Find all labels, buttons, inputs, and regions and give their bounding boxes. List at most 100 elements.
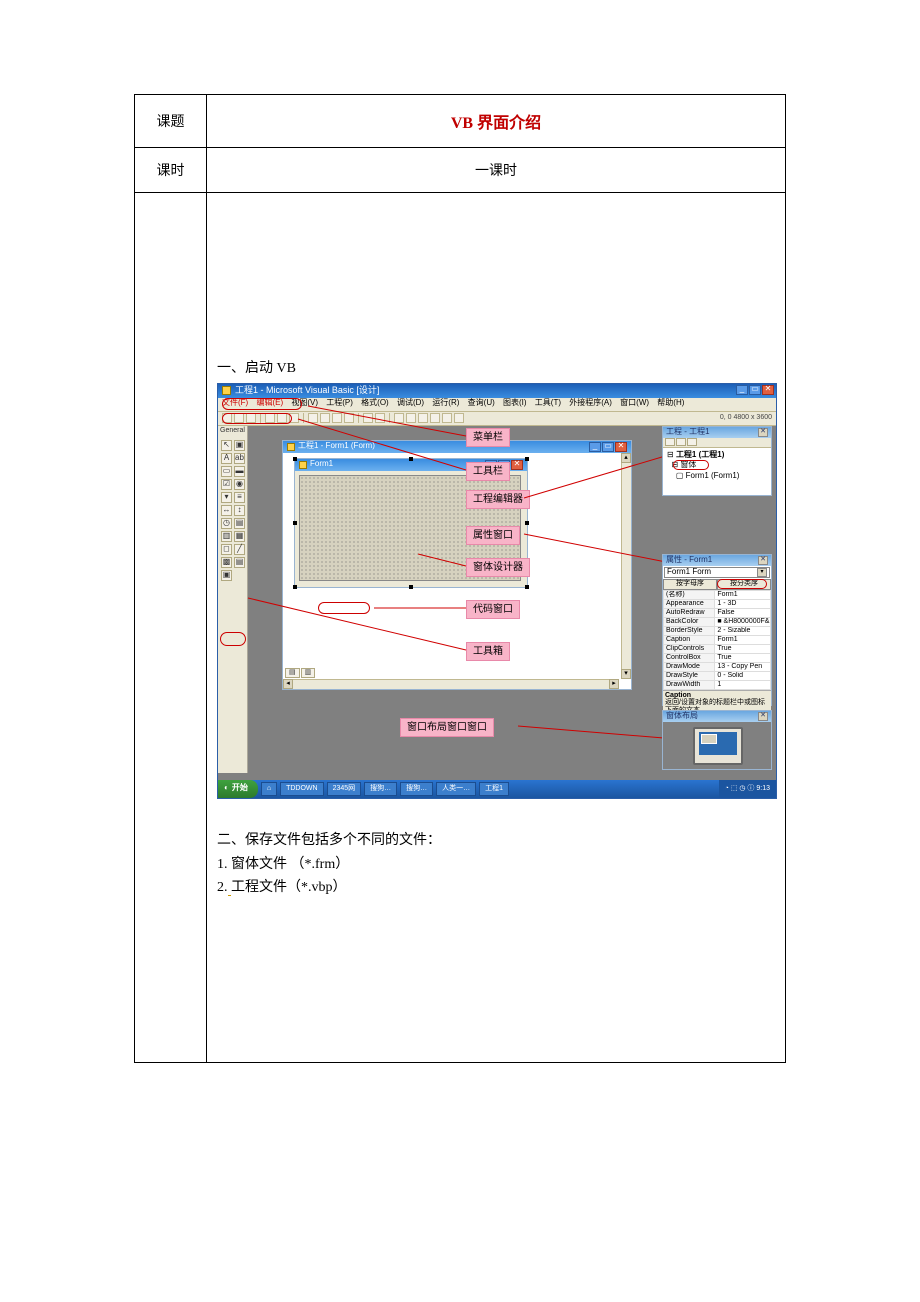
layout-monitor [693,727,743,765]
line-tool[interactable]: ╱ [234,544,245,555]
proj-root[interactable]: 工程1 (工程1) [676,450,724,459]
mdi-close[interactable]: ✕ [615,442,627,452]
form-icon [287,443,295,451]
menu-addins[interactable]: 外接程序(A) [569,398,612,407]
project-explorer[interactable]: 工程 - 工程1 ✕ ⊟ 工程1 (工程1) ⊟ 窗体 ▢ Form1 (For… [662,426,772,496]
pointer-tool[interactable]: ↖ [221,440,232,451]
checkbox-tool[interactable]: ☑ [221,479,232,490]
dir-tool[interactable]: ▥ [221,531,232,542]
menu-chart[interactable]: 图表(I) [503,398,527,407]
close-button[interactable]: ✕ [762,385,774,395]
tool-btn[interactable] [430,413,440,423]
taskbar-item[interactable]: ⌂ [261,782,277,796]
file-line-2: 2. 工程文件（*.vbp） [217,876,777,900]
tool-btn[interactable] [406,413,416,423]
menu-format[interactable]: 格式(O) [361,398,389,407]
content-cell: 一、启动 VB 工程1 - Microsoft Visual Basic [设计… [207,193,786,1063]
tool-btn[interactable] [442,413,452,423]
start-button[interactable]: ◐开始 [218,780,258,798]
props-combo[interactable]: Form1 Form ▾ [664,567,770,578]
label-tool[interactable]: A [221,453,232,464]
mdi-min[interactable]: _ [589,442,601,452]
min-button[interactable]: _ [736,385,748,395]
proj-close[interactable]: ✕ [758,428,768,437]
mdi-max[interactable]: ▭ [602,442,614,452]
menu-debug[interactable]: 调试(D) [397,398,424,407]
ole-tool[interactable]: ▣ [221,570,232,581]
picturebox-tool[interactable]: ▣ [234,440,245,451]
window-buttons: _ ▭ ✕ [736,385,774,395]
tool-btn[interactable] [454,413,464,423]
button-tool[interactable]: ▬ [234,466,245,477]
tool-btn[interactable] [394,413,404,423]
taskbar-item[interactable]: 人类一… [436,782,476,796]
taskbar-item[interactable]: 2345网 [327,782,362,796]
drive-tool[interactable]: ▤ [234,518,245,529]
tool-btn[interactable] [344,413,354,423]
max-button[interactable]: ▭ [749,385,761,395]
tool-btn[interactable] [332,413,342,423]
menu-query[interactable]: 查询(U) [468,398,495,407]
menu-run[interactable]: 运行(R) [432,398,459,407]
dropdown-icon[interactable]: ▾ [757,568,767,577]
layout-close[interactable]: ✕ [758,712,768,721]
data-tool[interactable]: ▤ [234,557,245,568]
shape-tool[interactable]: ◻ [221,544,232,555]
label-designer: 窗体设计器 [466,558,530,577]
mdi-scroll-h[interactable]: ◂ ▸ [283,679,619,689]
mdi-scroll-v[interactable]: ▴ ▾ [621,453,631,679]
xp-taskbar[interactable]: ◐开始 ⌂ TDDOWN 2345网 搜狗… 搜狗… 人类一… 工程1 ◔ ⬚ … [218,780,776,798]
image-tool[interactable]: ▩ [221,557,232,568]
toolbox-header: General [218,426,247,437]
mdi-titlebar: 工程1 - Form1 (Form) _ ▭ ✕ [283,441,631,453]
file-tool[interactable]: ▦ [234,531,245,542]
vb-titlebar: 工程1 - Microsoft Visual Basic [设计] [218,384,776,398]
frame-tool[interactable]: ▭ [221,466,232,477]
vb-toolbox[interactable]: General ↖ ▣ A ab ▭ ▬ ☑ ◉ ▾ ≡ ↔ ↕ [218,426,248,773]
taskbar-item[interactable]: TDDOWN [280,782,324,796]
proj-toolbar[interactable] [663,438,771,448]
row1-title: VB 界面介绍 [207,95,786,148]
props-tabs[interactable]: 按字母序 按分类序 [663,579,771,590]
system-tray[interactable]: ◔ ⬚ ◷ ⓘ 9:13 [719,780,776,798]
circle-toolbox [220,632,246,646]
tool-btn[interactable] [418,413,428,423]
list-tool[interactable]: ≡ [234,492,245,503]
hscroll-tool[interactable]: ↔ [221,505,232,516]
layout-title-text: 窗体布局 [666,712,698,721]
tool-btn[interactable] [308,413,318,423]
layout-mini-form[interactable] [701,734,717,744]
menu-window[interactable]: 窗口(W) [620,398,649,407]
mdi-tabstrip[interactable]: ▤▥ [285,668,316,678]
menu-tools[interactable]: 工具(T) [535,398,561,407]
proj-item[interactable]: Form1 (Form1) [686,471,740,480]
taskbar-item[interactable]: 工程1 [479,782,509,796]
menu-project[interactable]: 工程(P) [326,398,353,407]
row1-label: 课题 [135,95,207,148]
vb-screenshot: 工程1 - Microsoft Visual Basic [设计] _ ▭ ✕ … [217,383,777,799]
timer-tool[interactable]: ◷ [221,518,232,529]
vb-toolbar[interactable]: 0, 0 4800 x 3600 [218,412,776,426]
label-menubar: 菜单栏 [466,428,510,447]
taskbar-item[interactable]: 搜狗… [364,782,397,796]
form-close[interactable]: ✕ [511,460,523,470]
tool-btn[interactable] [320,413,330,423]
file-line-1: 1. 窗体文件 （*.frm） [217,853,777,877]
tool-btn[interactable] [375,413,385,423]
props-grid[interactable]: (名称)Form1 Appearance1 - 3D AutoRedrawFal… [663,590,771,690]
option-tool[interactable]: ◉ [234,479,245,490]
combo-tool[interactable]: ▾ [221,492,232,503]
body-text: 二、保存文件包括多个不同的文件： 1. 窗体文件 （*.frm） 2. 工程文件… [217,829,777,900]
menu-help[interactable]: 帮助(H) [657,398,684,407]
taskbar-item[interactable]: 搜狗… [400,782,433,796]
row2-label: 课时 [135,148,207,193]
textbox-tool[interactable]: ab [234,453,245,464]
tool-btn[interactable] [363,413,373,423]
tab-alpha[interactable]: 按字母序 [663,579,717,590]
vscroll-tool[interactable]: ↕ [234,505,245,516]
form-layout-window[interactable]: 窗体布局 ✕ [662,710,772,770]
mdi-title-text: 工程1 - Form1 (Form) [298,442,375,451]
circle-menubar [222,398,302,410]
props-close[interactable]: ✕ [758,556,768,565]
properties-window[interactable]: 属性 - Form1 ✕ Form1 Form ▾ 按字母序 按分类序 (名称)… [662,554,772,706]
